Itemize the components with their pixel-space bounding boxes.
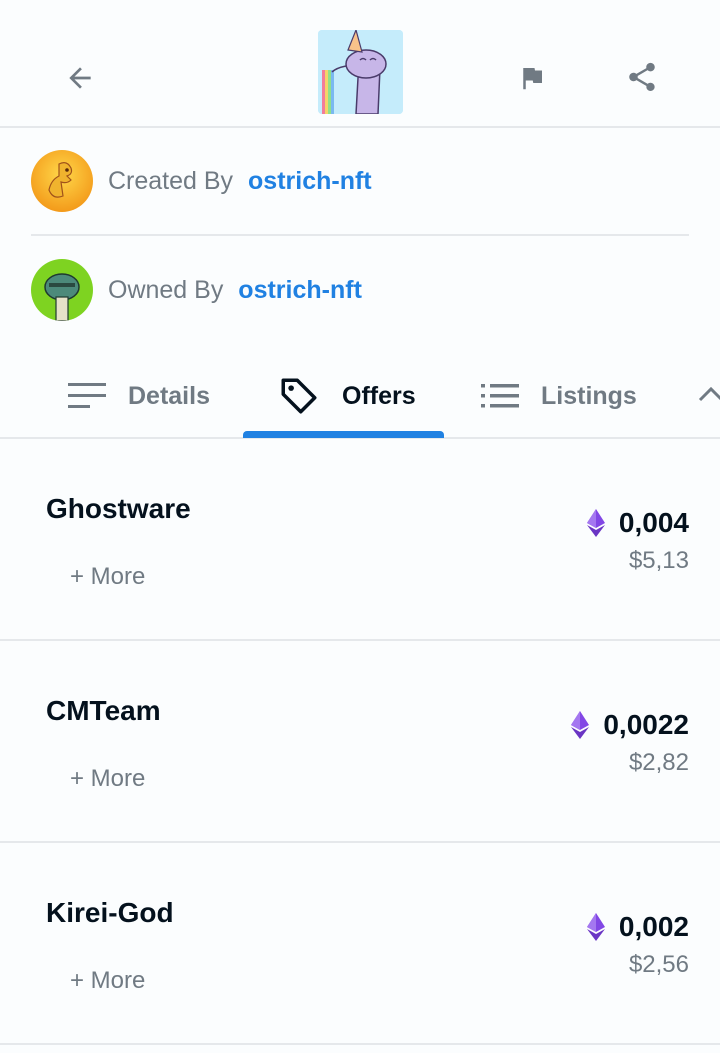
offer-usd: $2,56 [628,951,689,978]
owner-avatar[interactable] [31,259,93,321]
tab-offers[interactable]: Offers [278,355,416,437]
offer-usd: $5,13 [628,547,689,574]
nft-thumbnail[interactable] [318,30,403,114]
offer-price: 0,004 [586,507,689,539]
creator-avatar-image [31,150,93,212]
offer-usd: $2,82 [628,749,689,776]
creator-row: Created By ostrich-nft [31,150,372,212]
offer-price: 0,0022 [571,709,689,741]
top-bar [0,0,720,128]
offer-price: 0,002 [586,911,689,943]
report-button[interactable] [510,56,554,100]
tab-details[interactable]: Details [68,355,210,437]
offer-name[interactable]: Kirei-God [46,897,174,929]
creator-avatar[interactable] [31,150,93,212]
offer-price-value: 0,0022 [603,709,689,740]
creator-text: Created By ostrich-nft [108,167,372,196]
owner-row: Owned By ostrich-nft [31,259,362,321]
offer-more-link[interactable]: + More [70,563,145,591]
tab-listings[interactable]: Listings [481,355,637,437]
offer-more-link[interactable]: + More [70,967,145,995]
owner-link[interactable]: ostrich-nft [238,276,362,304]
tab-bar: Details Offers Listings [0,355,720,439]
share-icon [629,62,655,92]
offer-price-value: 0,002 [618,911,689,942]
arrow-left-icon [69,67,91,89]
tab-details-label: Details [128,381,210,410]
list-icon [481,384,519,408]
eth-icon [586,509,605,537]
back-button[interactable] [58,56,102,100]
eth-icon [571,711,590,739]
offer-row[interactable]: CMTeam + More 0,0022 $2,82 [0,641,720,843]
share-button[interactable] [619,54,665,100]
creator-label: Created By [108,166,234,195]
offer-price-value: 0,004 [618,507,689,538]
creator-link[interactable]: ostrich-nft [248,167,372,195]
active-tab-indicator [243,431,444,438]
tag-icon [281,378,317,414]
owner-label: Owned By [108,275,224,304]
nft-image [318,30,403,114]
chevron-up-icon[interactable] [696,380,720,410]
eth-icon [586,913,605,941]
offer-row[interactable]: Kirei-God + More 0,002 $2,56 [0,843,720,1045]
offer-name[interactable]: Ghostware [46,493,191,525]
offer-name[interactable]: CMTeam [46,695,161,727]
lines-icon [68,383,106,408]
owner-avatar-image [31,259,93,321]
offer-more-link[interactable]: + More [70,765,145,793]
tab-listings-label: Listings [541,381,637,410]
divider [31,234,689,236]
tab-offers-label: Offers [342,381,416,410]
offer-row[interactable]: Ghostware + More 0,004 $5,13 [0,439,720,641]
owner-text: Owned By ostrich-nft [108,276,362,305]
flag-icon [523,68,542,90]
